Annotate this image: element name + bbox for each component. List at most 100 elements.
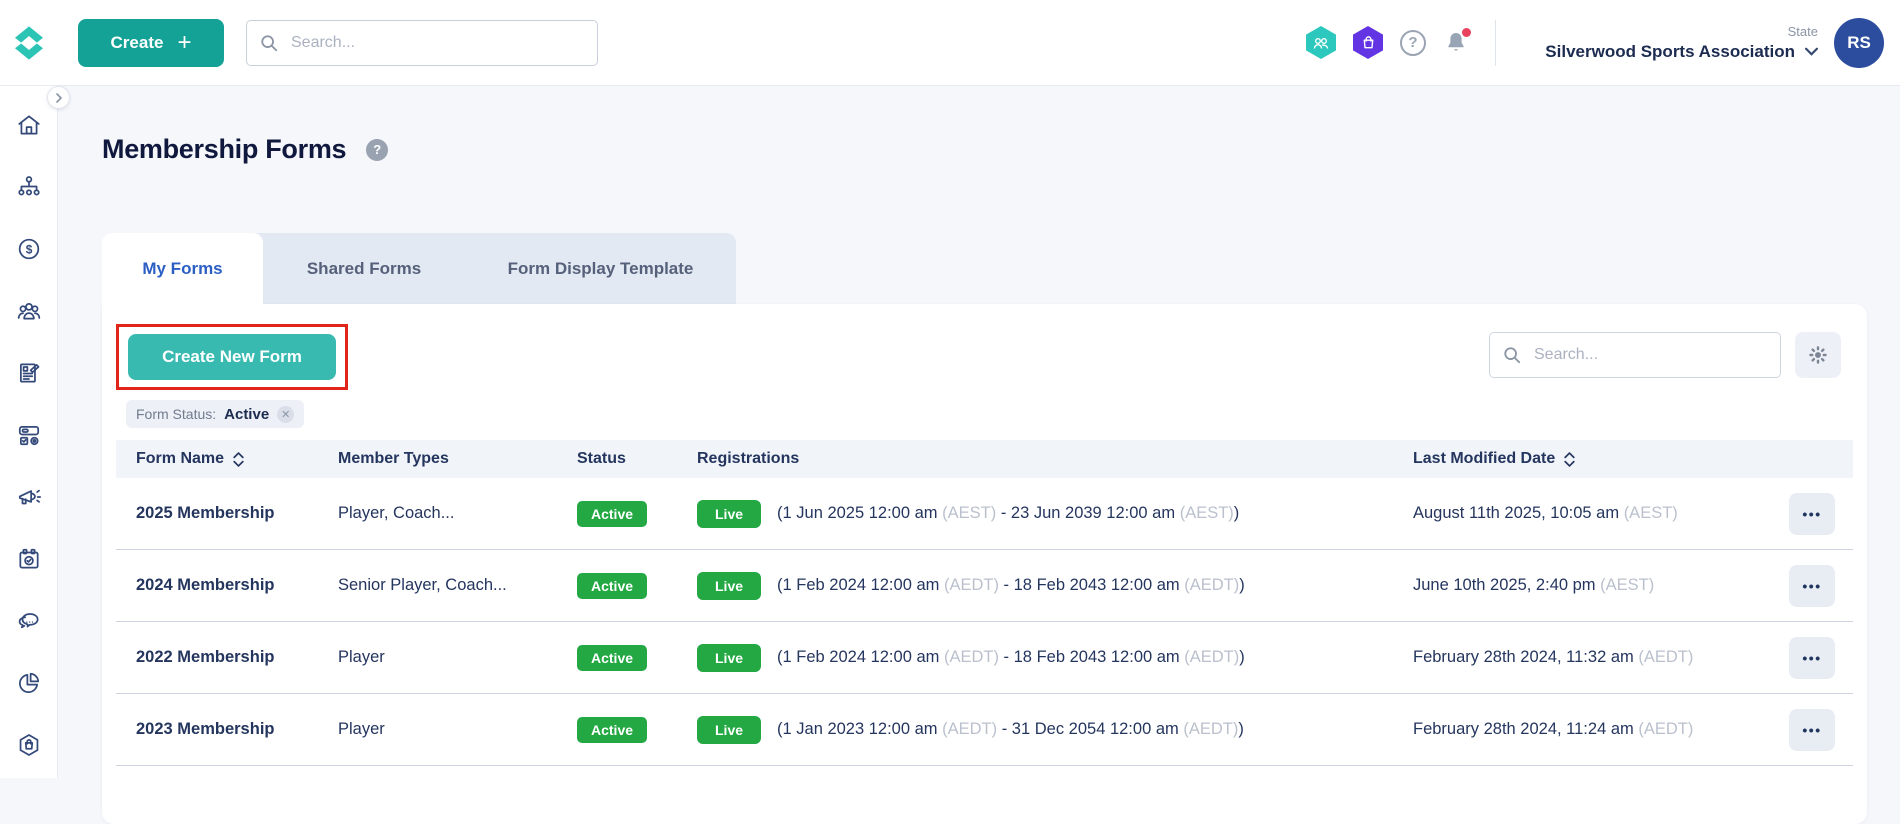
table-row[interactable]: 2025 Membership Player, Coach... Active … bbox=[116, 478, 1853, 550]
row-actions-button[interactable]: ••• bbox=[1789, 636, 1835, 679]
sidebar-item-org-chart[interactable] bbox=[16, 174, 42, 200]
sidebar-expand-button[interactable] bbox=[47, 86, 70, 109]
filter-chip-value: Active bbox=[224, 405, 270, 423]
member-types-cell: Player bbox=[338, 648, 385, 666]
topbar-right: ? State Silverwood Sports Association RS bbox=[1289, 17, 1900, 68]
filter-chip-form-status: Form Status: Active ✕ bbox=[126, 400, 305, 428]
notifications-bell-icon[interactable] bbox=[1443, 28, 1471, 56]
members-icon bbox=[17, 302, 40, 320]
member-types-cell: Player, Coach... bbox=[338, 504, 455, 522]
gear-icon bbox=[1809, 346, 1827, 364]
sidebar-item-events[interactable] bbox=[16, 546, 42, 572]
member-types-cell: Senior Player, Coach... bbox=[338, 576, 507, 594]
registration-form-icon bbox=[19, 363, 39, 383]
forms-search bbox=[1489, 332, 1781, 378]
sidebar-item-members[interactable] bbox=[16, 298, 42, 324]
topbar: Create + ? bbox=[0, 0, 1900, 86]
sidebar-item-shop[interactable] bbox=[16, 732, 42, 758]
search-icon bbox=[1504, 347, 1521, 364]
row-actions-button[interactable]: ••• bbox=[1789, 492, 1835, 535]
sidebar-item-home[interactable] bbox=[16, 112, 42, 138]
chevron-down-icon bbox=[1805, 47, 1818, 56]
registration-status-badge: Live bbox=[697, 715, 762, 744]
column-header-form-name[interactable]: Form Name bbox=[136, 450, 338, 468]
sidebar: $ bbox=[0, 86, 58, 778]
main-content: Membership Forms ? My Forms Shared Forms F… bbox=[58, 86, 1900, 824]
row-actions-cell: ••• bbox=[1713, 564, 1853, 607]
registration-window: (1 Feb 2024 12:00 am (AEDT) - 18 Feb 204… bbox=[777, 648, 1245, 666]
forms-search-input[interactable] bbox=[1489, 332, 1781, 378]
events-icon bbox=[18, 548, 39, 569]
sidebar-item-products[interactable] bbox=[16, 422, 42, 448]
table-settings-button[interactable] bbox=[1795, 332, 1841, 378]
sidebar-item-marketing[interactable] bbox=[16, 484, 42, 510]
sidebar-item-messages[interactable] bbox=[16, 608, 42, 634]
marketing-icon bbox=[18, 489, 41, 505]
help-icon[interactable]: ? bbox=[1400, 29, 1426, 56]
form-name-cell[interactable]: 2025 Membership bbox=[136, 504, 338, 523]
status-badge: Active bbox=[577, 644, 648, 671]
global-search-input[interactable] bbox=[246, 19, 598, 66]
sidebar-item-finance[interactable]: $ bbox=[16, 236, 42, 262]
column-header-member-types: Member Types bbox=[338, 450, 449, 467]
org-name: Silverwood Sports Association bbox=[1545, 41, 1795, 61]
create-button-label: Create bbox=[110, 32, 164, 52]
reports-icon bbox=[18, 672, 39, 693]
shop-icon bbox=[19, 734, 38, 756]
app-logo[interactable] bbox=[0, 22, 58, 64]
sort-icon[interactable] bbox=[232, 451, 245, 467]
registration-status-badge: Live bbox=[697, 571, 762, 600]
svg-text:$: $ bbox=[25, 243, 32, 257]
gameday-logo-icon bbox=[15, 25, 43, 60]
tab-my-forms[interactable]: My Forms bbox=[102, 233, 263, 304]
row-actions-cell: ••• bbox=[1713, 636, 1853, 679]
tabs: My Forms Shared Forms Form Display Templat… bbox=[102, 233, 736, 304]
filter-remove-icon[interactable]: ✕ bbox=[277, 405, 295, 423]
table-header-row: Form Name Member Types Status Registrations… bbox=[116, 440, 1853, 478]
form-name-cell[interactable]: 2023 Membership bbox=[136, 720, 338, 739]
notification-dot bbox=[1462, 28, 1471, 37]
sidebar-item-registration-form[interactable] bbox=[16, 360, 42, 386]
table-row[interactable]: 2022 Membership Player Active Live (1 Fe… bbox=[116, 622, 1853, 694]
registration-status-badge: Live bbox=[697, 643, 762, 672]
home-icon bbox=[17, 115, 40, 135]
chevron-right-icon bbox=[55, 92, 62, 103]
sort-icon[interactable] bbox=[1563, 451, 1576, 467]
page-help-icon[interactable]: ? bbox=[366, 138, 389, 161]
community-icon[interactable] bbox=[1306, 26, 1336, 59]
topbar-divider bbox=[1495, 19, 1496, 66]
status-cell: Active bbox=[577, 572, 697, 599]
tab-form-display-template[interactable]: Form Display Template bbox=[465, 233, 736, 304]
form-name-cell[interactable]: 2024 Membership bbox=[136, 576, 338, 595]
create-new-form-button[interactable]: Create New Form bbox=[128, 334, 336, 380]
filter-chip-label: Form Status: bbox=[136, 406, 217, 422]
row-actions-button[interactable]: ••• bbox=[1789, 708, 1835, 751]
avatar[interactable]: RS bbox=[1834, 17, 1884, 68]
org-chart-icon bbox=[17, 176, 40, 196]
search-icon bbox=[261, 34, 278, 51]
marketplace-icon[interactable] bbox=[1353, 26, 1383, 59]
column-header-last-modified-date[interactable]: Last Modified Date bbox=[1413, 450, 1713, 468]
forms-toolbar: Create New Form bbox=[102, 304, 1867, 390]
registration-status-badge: Live bbox=[697, 499, 762, 528]
column-header-registrations: Registrations bbox=[697, 450, 800, 467]
tab-shared-forms[interactable]: Shared Forms bbox=[263, 233, 465, 304]
last-modified-cell: August 11th 2025, 10:05 am (AEST) bbox=[1413, 504, 1678, 522]
status-badge: Active bbox=[577, 716, 648, 743]
registration-window: (1 Feb 2024 12:00 am (AEDT) - 18 Feb 204… bbox=[777, 576, 1245, 594]
row-actions-button[interactable]: ••• bbox=[1789, 564, 1835, 607]
finance-icon: $ bbox=[18, 238, 39, 260]
forms-card: Create New Form Search... Form Status: A… bbox=[102, 304, 1867, 824]
create-button[interactable]: Create + bbox=[78, 18, 224, 67]
sidebar-item-reports[interactable] bbox=[16, 670, 42, 696]
org-switcher[interactable]: State Silverwood Sports Association bbox=[1518, 24, 1818, 62]
last-modified-cell: February 28th 2024, 11:24 am (AEDT) bbox=[1413, 720, 1694, 738]
status-badge: Active bbox=[577, 572, 648, 599]
annotation-red-box: Create New Form bbox=[116, 324, 348, 390]
last-modified-cell: February 28th 2024, 11:32 am (AEDT) bbox=[1413, 648, 1694, 666]
table-row[interactable]: 2023 Membership Player Active Live (1 Ja… bbox=[116, 694, 1853, 766]
form-name-cell[interactable]: 2022 Membership bbox=[136, 648, 338, 667]
global-search bbox=[246, 19, 598, 66]
forms-table: Form Name Member Types Status Registrations… bbox=[116, 440, 1853, 766]
table-row[interactable]: 2024 Membership Senior Player, Coach... … bbox=[116, 550, 1853, 622]
